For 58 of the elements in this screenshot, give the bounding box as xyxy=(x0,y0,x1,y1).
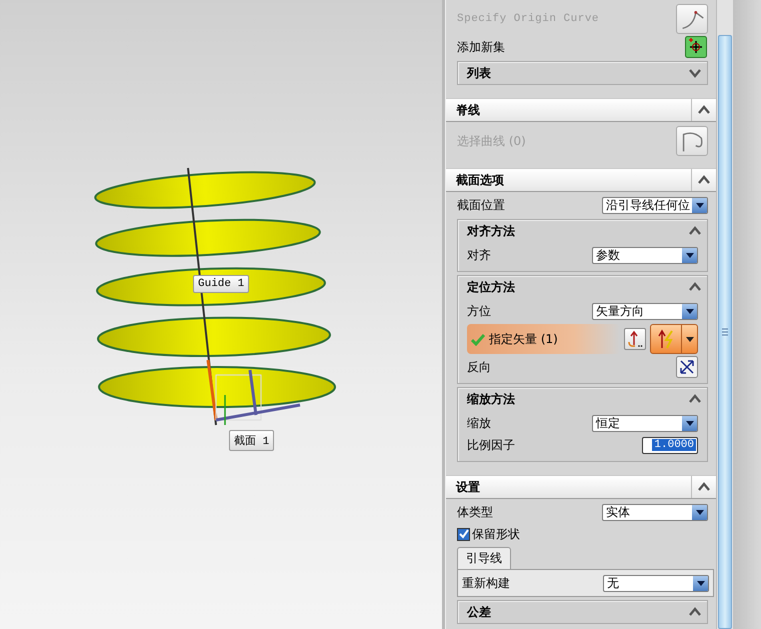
dropdown-arrow-icon[interactable] xyxy=(684,307,694,315)
section-header[interactable]: 脊线 xyxy=(446,98,716,122)
field-label: 截面位置 xyxy=(457,196,506,214)
vector-icon xyxy=(626,330,644,348)
field-label: 重新构建 xyxy=(462,574,511,592)
checkbox-label: 保留形状 xyxy=(472,526,521,542)
dropdown[interactable]: 恒定 xyxy=(592,414,698,432)
check-icon xyxy=(458,529,468,539)
dropdown[interactable]: 无 xyxy=(603,574,709,592)
group-title[interactable]: 缩放方法 xyxy=(467,390,515,408)
dropdown-arrow-icon[interactable] xyxy=(696,579,706,587)
group-title[interactable]: 定位方法 xyxy=(467,278,515,296)
chevron-up-icon[interactable] xyxy=(689,282,701,292)
reverse-direction-icon[interactable] xyxy=(676,356,698,378)
tab[interactable]: 引导线 xyxy=(457,547,511,569)
field-label: 比例因子 xyxy=(467,436,516,454)
group-title[interactable]: 公差 xyxy=(467,604,491,620)
dropdown[interactable]: 参数 xyxy=(592,246,698,264)
grip-icon xyxy=(721,328,729,336)
number-field[interactable]: 1.0000 xyxy=(642,436,698,454)
guide-label: Guide 1 xyxy=(193,275,250,293)
chevron-up-icon[interactable] xyxy=(689,394,701,404)
add-set-icon[interactable] xyxy=(685,36,707,58)
group-title[interactable]: 列表 xyxy=(467,64,491,82)
field-label: 体类型 xyxy=(457,504,494,520)
dropdown-arrow-icon xyxy=(684,336,694,342)
field-label: 缩放 xyxy=(467,414,492,432)
chevron-up-icon[interactable] xyxy=(689,226,701,236)
field-label: 方位 xyxy=(467,302,492,320)
scrollbar[interactable] xyxy=(716,0,733,629)
chevron-up-icon[interactable] xyxy=(698,482,710,492)
selection-label: 选择曲线 (0) xyxy=(457,132,527,150)
section-header[interactable]: 设置 xyxy=(446,475,716,499)
chevron-up-icon[interactable] xyxy=(698,105,710,115)
row-label: 添加新集 xyxy=(457,38,506,56)
dropdown[interactable]: 矢量方向 xyxy=(592,302,698,320)
chevron-down-icon[interactable] xyxy=(689,68,701,78)
chevron-up-icon[interactable] xyxy=(689,607,701,617)
section-header[interactable]: 截面选项 xyxy=(446,168,716,192)
dropdown-arrow-icon[interactable] xyxy=(694,508,704,516)
chevron-up-icon[interactable] xyxy=(698,175,710,185)
selection-label: Specify Origin Curve xyxy=(457,13,600,25)
select-curve-button[interactable] xyxy=(676,126,708,156)
group-title[interactable]: 对齐方法 xyxy=(467,222,515,240)
dropdown-arrow-icon[interactable] xyxy=(684,419,694,427)
checkbox[interactable] xyxy=(457,528,470,540)
dropdown-arrow-icon[interactable] xyxy=(684,251,694,259)
vector-dialog-button[interactable] xyxy=(624,328,646,350)
vector-type-button[interactable] xyxy=(650,324,698,354)
scrollbar-thumb[interactable] xyxy=(718,35,732,629)
select-curve-button[interactable] xyxy=(676,4,708,34)
row-label: 反向 xyxy=(467,358,492,376)
dropdown[interactable]: 实体 xyxy=(602,504,708,520)
section-label: 截面 1 xyxy=(229,430,274,451)
selected-vector-row[interactable]: 指定矢量 (1) xyxy=(467,324,620,354)
field-label: 对齐 xyxy=(467,246,492,264)
dropdown[interactable]: 沿引导线任何位 xyxy=(602,196,708,214)
dropdown-arrow-icon[interactable] xyxy=(694,201,704,209)
